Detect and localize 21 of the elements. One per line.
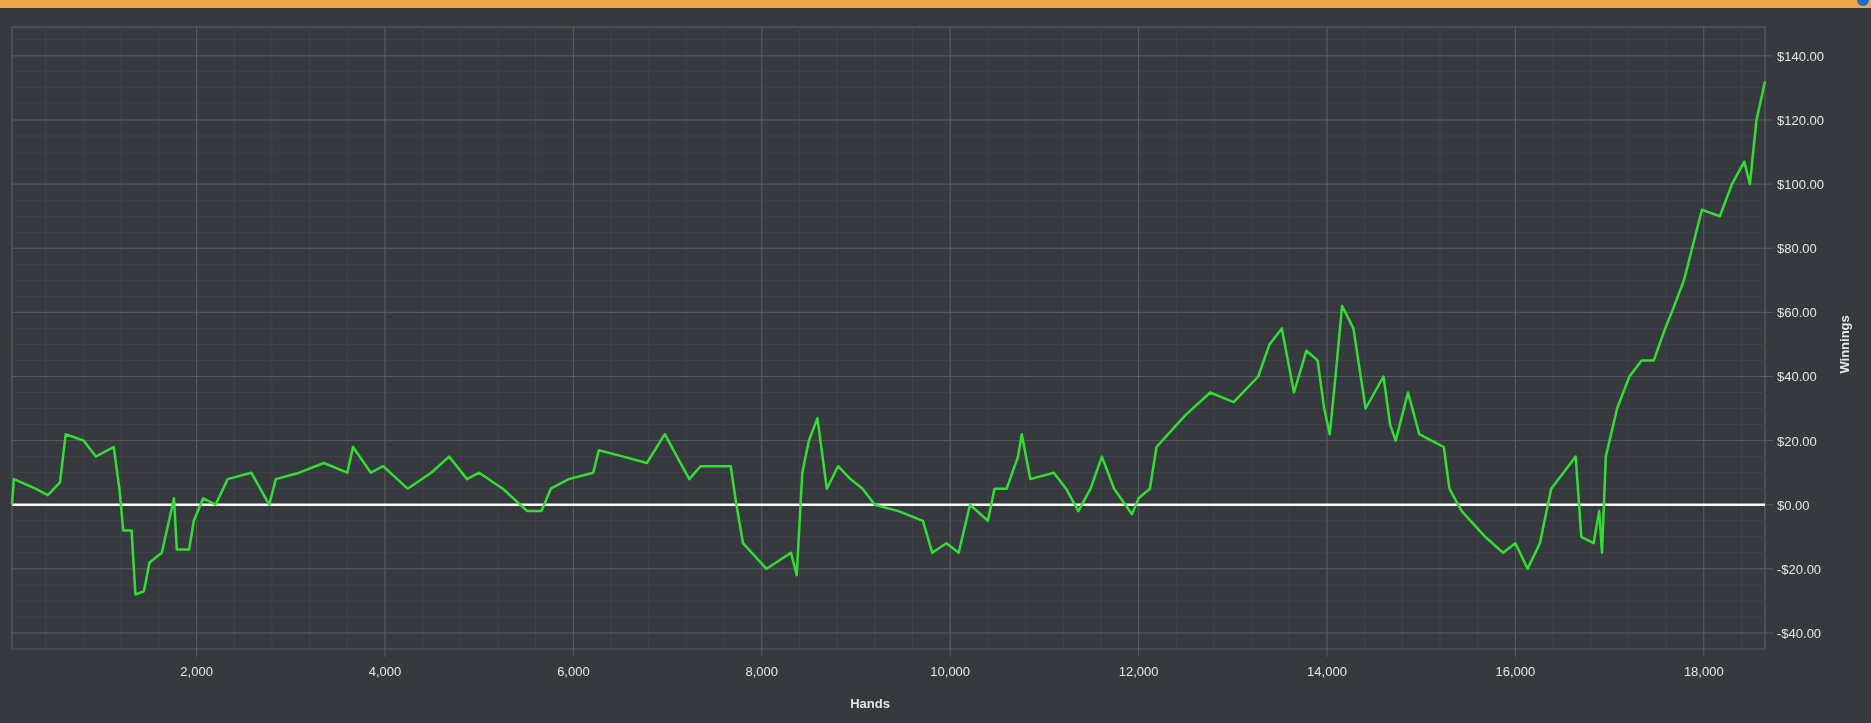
y-tick-label: $120.00	[1777, 113, 1824, 128]
y-tick-label: $60.00	[1777, 305, 1817, 321]
y-tick-label: $140.00	[1777, 48, 1824, 64]
y-tick-label: -$40.00	[1777, 625, 1822, 641]
x-tick-label: 4,000	[368, 664, 402, 679]
x-tick-label: 12,000	[1118, 664, 1159, 679]
y-tick-label: $80.00	[1777, 241, 1817, 257]
y-axis-title: Winnings	[1837, 315, 1852, 374]
y-tick-label: $40.00	[1777, 369, 1817, 385]
y-tick-label: $0.00	[1777, 497, 1810, 513]
y-tick-label: -$20.00	[1777, 561, 1822, 577]
x-tick-label: 16,000	[1495, 664, 1536, 679]
x-tick-label: 2,000	[180, 664, 213, 679]
x-tick-label: 10,000	[930, 664, 971, 679]
x-tick-label: 14,000	[1307, 664, 1347, 679]
x-axis-title: Hands	[850, 696, 890, 711]
x-tick-label: 6,000	[557, 664, 590, 679]
x-tick-label: 8,000	[745, 664, 779, 679]
y-tick-label: $100.00	[1777, 177, 1824, 193]
y-tick-label: $20.00	[1777, 433, 1817, 449]
x-tick-label: 18,000	[1683, 664, 1724, 679]
